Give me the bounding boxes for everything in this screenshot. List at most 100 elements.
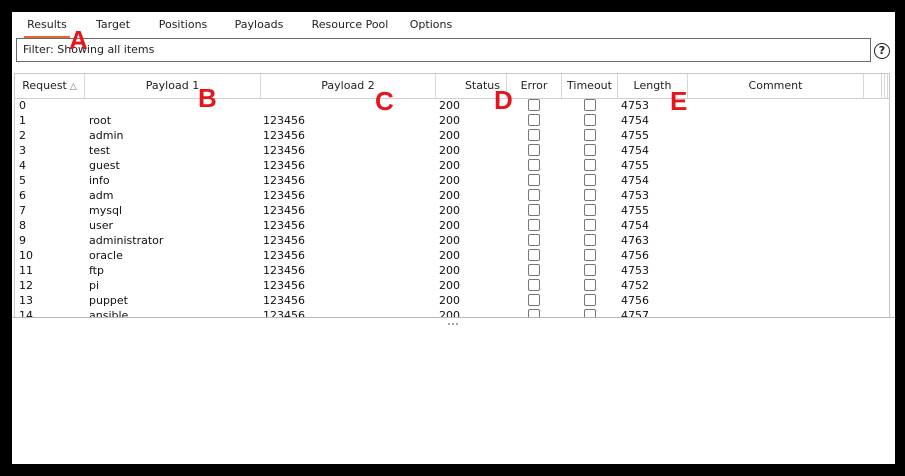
timeout-checkbox[interactable] [584,309,596,317]
timeout-checkbox[interactable] [584,294,596,306]
timeout-checkbox[interactable] [584,99,596,111]
error-checkbox[interactable] [528,294,540,306]
cell-status: 200 [439,234,460,247]
error-checkbox[interactable] [528,219,540,231]
timeout-checkbox[interactable] [584,144,596,156]
table-row[interactable]: 10 oracle 123456 200 4756 [15,248,889,263]
cell-payload1: administrator [89,234,164,247]
table-row[interactable]: 11 ftp 123456 200 4753 [15,263,889,278]
timeout-checkbox[interactable] [584,249,596,261]
cell-payload1: ansible [89,309,129,317]
table-row[interactable]: 6 adm 123456 200 4753 [15,188,889,203]
column-header-label: Timeout [567,79,612,92]
table-row[interactable]: 5 info 123456 200 4754 [15,173,889,188]
table-row[interactable]: 13 puppet 123456 200 4756 [15,293,889,308]
timeout-checkbox[interactable] [584,264,596,276]
table-row[interactable]: 1 root 123456 200 4754 [15,113,889,128]
cell-request: 11 [19,264,33,277]
timeout-checkbox[interactable] [584,189,596,201]
cell-length: 4755 [621,204,649,217]
filter-bar[interactable]: Filter: Showing all items [16,38,871,62]
annotation-a: A [69,25,88,55]
timeout-checkbox[interactable] [584,204,596,216]
table-row[interactable]: 12 pi 123456 200 4752 [15,278,889,293]
error-checkbox[interactable] [528,159,540,171]
column-header-request[interactable]: Request △ [15,74,85,98]
column-header-payload2[interactable]: Payload 2 [261,74,436,98]
annotation-d: D [494,85,513,115]
cell-request: 10 [19,249,33,262]
cell-length: 4753 [621,99,649,112]
cell-request: 13 [19,294,33,307]
cell-length: 4756 [621,294,649,307]
cell-payload2: 123456 [263,279,305,292]
scrollbar-grip[interactable] [881,74,889,98]
cell-status: 200 [439,279,460,292]
column-header-timeout[interactable]: Timeout [562,74,618,98]
table-row[interactable]: 7 mysql 123456 200 4755 [15,203,889,218]
error-checkbox[interactable] [528,129,540,141]
cell-request: 5 [19,174,26,187]
cell-request: 12 [19,279,33,292]
timeout-checkbox[interactable] [584,159,596,171]
cell-payload2: 123456 [263,249,305,262]
cell-length: 4753 [621,189,649,202]
tab-positions[interactable]: Positions [150,14,216,38]
help-icon[interactable]: ? [874,43,890,59]
error-checkbox[interactable] [528,204,540,216]
tab-target[interactable]: Target [88,14,138,38]
cell-length: 4754 [621,144,649,157]
column-header-error[interactable]: Error [507,74,562,98]
error-checkbox[interactable] [528,174,540,186]
cell-request: 0 [19,99,26,112]
error-checkbox[interactable] [528,249,540,261]
timeout-checkbox[interactable] [584,114,596,126]
cell-payload2: 123456 [263,159,305,172]
cell-payload1: test [89,144,111,157]
cell-payload2: 123456 [263,234,305,247]
table-row[interactable]: 3 test 123456 200 4754 [15,143,889,158]
table-row[interactable]: 8 user 123456 200 4754 [15,218,889,233]
cell-length: 4754 [621,174,649,187]
column-header-label: Length [633,79,672,92]
column-header-payload1[interactable]: Payload 1 [85,74,261,98]
error-checkbox[interactable] [528,234,540,246]
error-checkbox[interactable] [528,144,540,156]
error-checkbox[interactable] [528,309,540,317]
timeout-checkbox[interactable] [584,129,596,141]
cell-length: 4763 [621,234,649,247]
cell-payload2: 123456 [263,114,305,127]
cell-status: 200 [439,174,460,187]
cell-request: 1 [19,114,26,127]
timeout-checkbox[interactable] [584,279,596,291]
cell-payload2: 123456 [263,129,305,142]
annotation-c: C [375,86,394,116]
tab-results[interactable]: Results [18,14,76,38]
cell-status: 200 [439,159,460,172]
error-checkbox[interactable] [528,99,540,111]
tab-payloads[interactable]: Payloads [228,14,290,38]
timeout-checkbox[interactable] [584,219,596,231]
cell-length: 4755 [621,129,649,142]
table-row[interactable]: 9 administrator 123456 200 4763 [15,233,889,248]
column-header-comment[interactable]: Comment [688,74,864,98]
error-checkbox[interactable] [528,264,540,276]
pane-resize-handle[interactable] [448,315,460,325]
cell-length: 4752 [621,279,649,292]
error-checkbox[interactable] [528,189,540,201]
column-header-label: Error [520,79,548,92]
table-row[interactable]: 4 guest 123456 200 4755 [15,158,889,173]
cell-length: 4756 [621,249,649,262]
tab-options[interactable]: Options [404,14,458,38]
error-checkbox[interactable] [528,114,540,126]
table-row[interactable]: 0 200 4753 [15,98,889,113]
cell-status: 200 [439,129,460,142]
cell-status: 200 [439,219,460,232]
timeout-checkbox[interactable] [584,174,596,186]
cell-payload1: ftp [89,264,104,277]
tab-resource-pool[interactable]: Resource Pool [304,14,396,38]
cell-request: 3 [19,144,26,157]
timeout-checkbox[interactable] [584,234,596,246]
error-checkbox[interactable] [528,279,540,291]
table-row[interactable]: 2 admin 123456 200 4755 [15,128,889,143]
